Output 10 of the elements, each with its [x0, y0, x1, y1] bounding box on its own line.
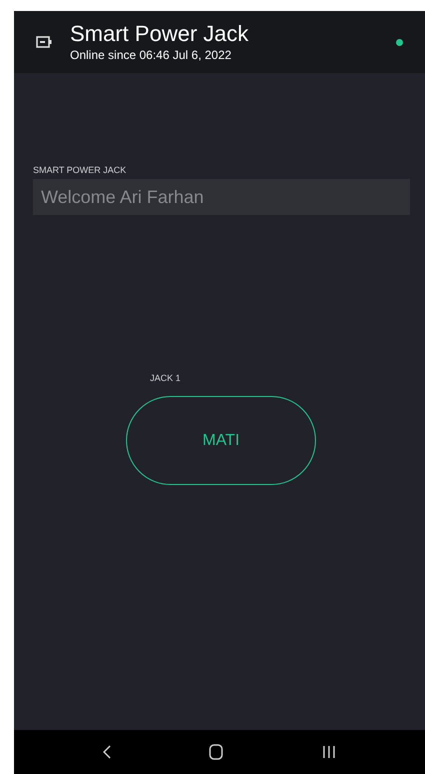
value-display: Welcome Ari Farhan [33, 179, 410, 215]
app-title: Smart Power Jack [70, 21, 250, 47]
device-icon [36, 36, 52, 48]
toggle-button[interactable]: MATI [126, 396, 316, 485]
switch-label: JACK 1 [150, 373, 181, 383]
home-icon[interactable] [209, 744, 224, 760]
recent-apps-icon[interactable] [322, 745, 336, 759]
display-label: SMART POWER JACK [33, 165, 128, 175]
status-text: Online since 06:46 Jul 6, 2022 [70, 47, 232, 63]
back-icon[interactable] [103, 745, 112, 759]
